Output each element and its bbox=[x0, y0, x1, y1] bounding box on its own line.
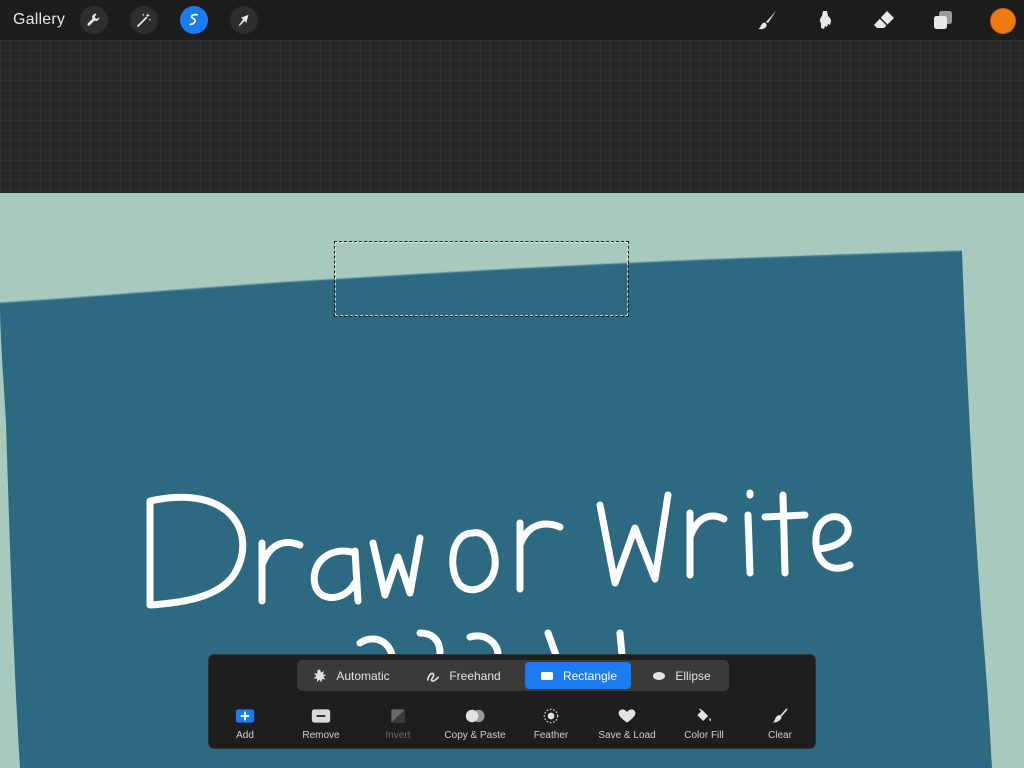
layers-button[interactable] bbox=[928, 6, 958, 34]
adjustments-button[interactable] bbox=[130, 6, 158, 34]
feather-label: Feather bbox=[533, 730, 569, 741]
layers-icon bbox=[934, 11, 952, 29]
eraser-tool-button[interactable] bbox=[869, 6, 899, 34]
gallery-button[interactable]: Gallery bbox=[13, 11, 65, 29]
mode-freehand-label: Freehand bbox=[449, 668, 501, 683]
copy-paste-label: Copy & Paste bbox=[444, 730, 506, 741]
mode-ellipse-label: Ellipse bbox=[675, 668, 711, 683]
selection-tool-button[interactable] bbox=[180, 6, 208, 34]
mode-rectangle-label: Rectangle bbox=[562, 668, 618, 683]
color-fill-label: Color Fill bbox=[684, 730, 724, 741]
magic-wand-icon bbox=[137, 13, 152, 27]
transform-tool-button[interactable] bbox=[230, 6, 258, 34]
color-fill-button[interactable]: Color Fill bbox=[664, 707, 744, 747]
selection-panel: Automatic Freehand Rectangle Ellipse Add bbox=[208, 654, 816, 749]
clear-brush-icon bbox=[773, 708, 788, 723]
invert-icon bbox=[391, 709, 405, 723]
mode-automatic[interactable]: Automatic bbox=[301, 662, 401, 689]
add-icon bbox=[235, 709, 255, 723]
selection-mode-bar: Automatic Freehand Rectangle Ellipse bbox=[297, 660, 729, 691]
save-load-button[interactable]: Save & Load bbox=[587, 707, 667, 747]
heart-icon bbox=[618, 709, 636, 723]
brush-tool-button[interactable] bbox=[752, 6, 782, 34]
mode-automatic-label: Automatic bbox=[336, 668, 390, 683]
mode-ellipse[interactable]: Ellipse bbox=[637, 662, 725, 689]
copy-paste-icon bbox=[465, 709, 485, 723]
save-load-label: Save & Load bbox=[598, 730, 656, 741]
remove-icon bbox=[311, 709, 331, 723]
actions-button[interactable] bbox=[80, 6, 108, 34]
rectangle-icon bbox=[540, 671, 553, 680]
add-button[interactable]: Add bbox=[205, 707, 285, 747]
smudge-tool-button[interactable] bbox=[810, 6, 840, 34]
mode-rectangle[interactable]: Rectangle bbox=[525, 662, 631, 689]
remove-label: Remove bbox=[302, 730, 340, 741]
selection-icon bbox=[189, 13, 198, 26]
mode-freehand[interactable]: Freehand bbox=[409, 662, 517, 689]
feather-icon bbox=[543, 708, 559, 724]
invert-button[interactable]: Invert bbox=[358, 707, 438, 747]
starburst-icon bbox=[313, 668, 327, 682]
copy-paste-button[interactable]: Copy & Paste bbox=[435, 707, 515, 747]
transform-arrow-icon bbox=[238, 14, 249, 26]
rectangle-selection-marquee[interactable] bbox=[334, 241, 629, 317]
invert-label: Invert bbox=[385, 730, 411, 741]
color-picker-swatch[interactable] bbox=[990, 8, 1016, 34]
workspace-background bbox=[0, 40, 1024, 193]
eraser-icon bbox=[874, 11, 894, 28]
color-fill-icon bbox=[697, 708, 712, 722]
remove-button[interactable]: Remove bbox=[281, 707, 361, 747]
clear-label: Clear bbox=[768, 730, 792, 741]
add-label: Add bbox=[236, 730, 254, 741]
wrench-icon bbox=[87, 13, 100, 26]
freehand-icon bbox=[427, 672, 440, 682]
brush-icon bbox=[758, 11, 776, 30]
top-toolbar: Gallery bbox=[0, 0, 1024, 40]
feather-button[interactable]: Feather bbox=[511, 707, 591, 747]
clear-button[interactable]: Clear bbox=[740, 707, 820, 747]
smudge-icon bbox=[819, 11, 831, 29]
ellipse-icon bbox=[653, 671, 666, 680]
